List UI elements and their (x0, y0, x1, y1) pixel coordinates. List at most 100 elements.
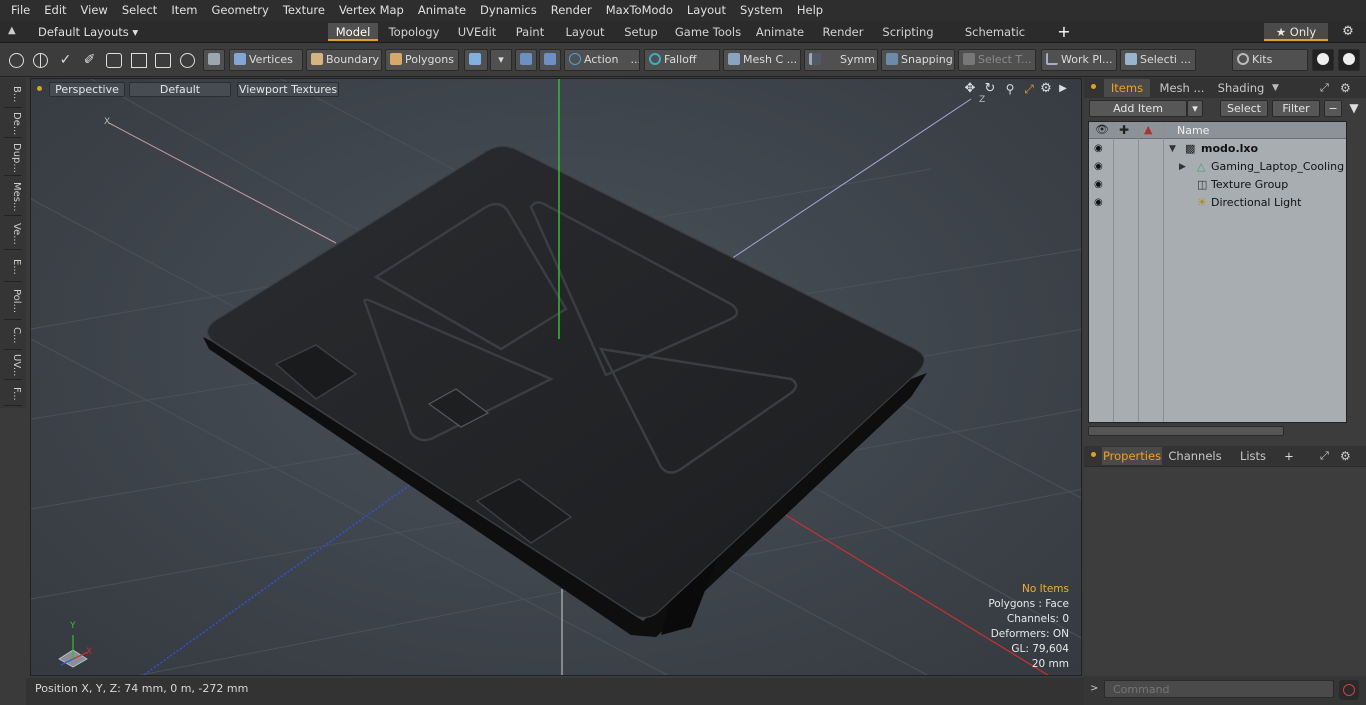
menu-animate[interactable]: Animate (411, 0, 473, 21)
menu-geometry[interactable]: Geometry (205, 0, 276, 21)
tab-render[interactable]: Render (815, 23, 871, 41)
record-button[interactable] (1339, 680, 1359, 700)
collapse-button[interactable]: − (1324, 100, 1342, 117)
boundary-button[interactable]: Boundary (306, 49, 382, 71)
tab-topology[interactable]: Topology (382, 23, 446, 41)
viewport-textures-button[interactable]: Viewport Textures (237, 82, 339, 97)
tab-schematic-fusion[interactable]: Schematic Fusion (945, 23, 1045, 57)
name-column-header[interactable]: Name (1177, 123, 1209, 138)
menu-item[interactable]: Item (164, 0, 204, 21)
tab-properties[interactable]: Properties (1102, 447, 1162, 465)
eye-icon[interactable]: ◉ (1094, 162, 1106, 172)
select-through-button[interactable]: Select T... (958, 49, 1036, 71)
tab-mesh[interactable]: Mesh ... (1156, 79, 1208, 97)
left-tab-duplicate[interactable]: Dup... (4, 140, 22, 176)
properties-panel-dot-icon[interactable] (1091, 452, 1096, 457)
falloff-button[interactable]: Falloff (644, 49, 720, 71)
circle-select-icon[interactable] (9, 53, 24, 68)
eye-icon[interactable]: ◉ (1094, 198, 1106, 208)
layout-arrow-icon[interactable]: ▲ (8, 25, 20, 37)
tree-row-scene[interactable]: ◉ ▼ ▩ modo.lxo (1089, 140, 1346, 158)
select-button[interactable]: Select (1220, 100, 1268, 117)
frame-icon[interactable] (155, 53, 171, 68)
maximize-view-icon[interactable]: ⤢ (1022, 81, 1036, 97)
properties-gear-icon[interactable]: ⚙ (1340, 447, 1354, 465)
unity-button[interactable] (1312, 49, 1334, 71)
menu-select[interactable]: Select (115, 0, 164, 21)
tab-uvedit[interactable]: UVEdit (451, 23, 503, 41)
menu-edit[interactable]: Edit (37, 0, 73, 21)
menu-layout[interactable]: Layout (680, 0, 733, 21)
gear-icon[interactable]: ⚙ (1338, 23, 1358, 41)
left-tab-vertex[interactable]: Ve... (4, 218, 22, 250)
tab-layout[interactable]: Layout (558, 23, 612, 41)
left-tab-uv[interactable]: UV... (4, 352, 22, 380)
polygons-button[interactable]: Polygons (385, 49, 459, 71)
tab-scripting[interactable]: Scripting (877, 23, 939, 41)
grid-icon[interactable] (131, 53, 147, 68)
tree-row-mesh[interactable]: ◉ ▶ △ Gaming_Laptop_Cooling ... (1089, 158, 1346, 176)
layers-icon[interactable] (106, 53, 122, 68)
collapsed-icon[interactable]: ▶ (1179, 158, 1186, 176)
move-view-icon[interactable]: ✥ (963, 81, 977, 97)
symmetry-a-button[interactable] (515, 49, 537, 71)
left-tab-deform[interactable]: De... (4, 110, 22, 138)
kits-button[interactable]: Kits (1232, 49, 1308, 71)
default-layouts-dropdown[interactable]: Default Layouts ▾ (38, 23, 138, 41)
viewport-gear-icon[interactable]: ⚙ (1039, 81, 1053, 97)
pen-tool-icon[interactable]: ✓ (58, 52, 73, 69)
action-button[interactable]: Action... (564, 49, 640, 71)
menu-vertex-map[interactable]: Vertex Map (332, 0, 411, 21)
filter-button[interactable]: Filter (1272, 100, 1320, 117)
add-tab-icon[interactable]: + (1056, 22, 1072, 42)
tab-setup[interactable]: Setup (617, 23, 665, 41)
expand-icon[interactable]: ▼ (1169, 140, 1176, 158)
tab-animate[interactable]: Animate (751, 23, 809, 41)
menu-file[interactable]: File (4, 0, 37, 21)
zoom-view-icon[interactable]: ⚲ (1003, 81, 1017, 97)
only-toggle[interactable]: ★ Only (1264, 23, 1328, 41)
menu-texture[interactable]: Texture (276, 0, 332, 21)
items-tab-chevron-icon[interactable]: ▼ (1272, 79, 1284, 97)
default-shading-button[interactable]: Default (129, 82, 231, 97)
funnel-icon[interactable]: ▼ (1346, 100, 1362, 117)
eye-icon[interactable]: ◉ (1094, 144, 1106, 154)
tab-paint[interactable]: Paint (508, 23, 552, 41)
symmetry-b-button[interactable] (539, 49, 561, 71)
left-tab-fusion[interactable]: F... (4, 382, 22, 406)
snapping-button[interactable]: Snapping (881, 49, 955, 71)
menu-system[interactable]: System (733, 0, 790, 21)
tab-lists[interactable]: Lists (1228, 447, 1278, 465)
lock-header-icon[interactable]: ✚ (1119, 123, 1133, 137)
add-item-button[interactable]: Add Item (1089, 100, 1187, 117)
add-item-dropdown[interactable]: ▾ (1187, 100, 1203, 117)
add-panel-tab-icon[interactable]: + (1282, 447, 1296, 465)
eye-icon[interactable]: ◉ (1094, 180, 1106, 190)
clock-icon[interactable] (180, 53, 195, 68)
items-maximize-icon[interactable]: ⤢ (1320, 79, 1334, 97)
work-plane-button[interactable]: Work Pl... (1041, 49, 1117, 71)
mesh-constraint-button[interactable]: Mesh C ... (723, 49, 801, 71)
left-tab-edge[interactable]: E... (4, 252, 22, 282)
tab-items[interactable]: Items (1104, 79, 1150, 97)
viewport-expand-icon[interactable]: ▶ (1057, 81, 1069, 97)
viewport-menu-dot-icon[interactable] (37, 86, 42, 91)
brush-icon[interactable]: ✐ (82, 52, 97, 69)
items-gear-icon[interactable]: ⚙ (1340, 79, 1354, 97)
properties-maximize-icon[interactable]: ⤢ (1320, 447, 1334, 465)
menu-view[interactable]: View (74, 0, 115, 21)
cube-mode-button[interactable] (203, 49, 225, 71)
item-list-scrollbar[interactable] (1088, 426, 1284, 436)
axis-header-icon[interactable]: ▲ (1144, 123, 1158, 137)
unreal-button[interactable] (1338, 49, 1360, 71)
menu-help[interactable]: Help (790, 0, 830, 21)
menu-maxtomodo[interactable]: MaxToModo (599, 0, 680, 21)
mode-dropdown[interactable]: ▾ (490, 49, 512, 71)
menu-dynamics[interactable]: Dynamics (473, 0, 544, 21)
tree-row-directional-light[interactable]: ◉ ☀ Directional Light (1089, 194, 1346, 212)
tab-game-tools[interactable]: Game Tools (671, 23, 745, 41)
left-tab-basic[interactable]: B... (4, 82, 22, 108)
tab-channels[interactable]: Channels (1166, 447, 1224, 465)
visibility-header-icon[interactable]: 👁 (1095, 123, 1109, 137)
command-input[interactable] (1104, 680, 1334, 698)
